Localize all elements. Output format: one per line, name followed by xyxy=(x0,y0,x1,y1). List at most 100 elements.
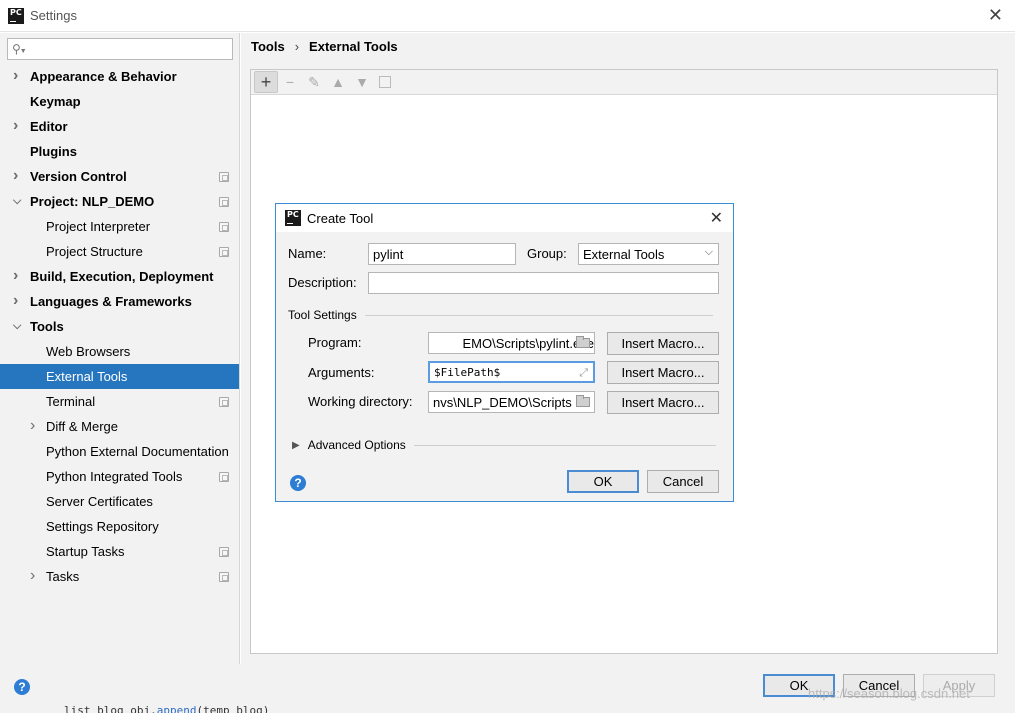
sidebar-item-label: Project Structure xyxy=(46,244,143,259)
advanced-options-section[interactable]: ▶ Advanced Options xyxy=(292,438,719,452)
apply-button[interactable]: Apply xyxy=(923,674,995,697)
cancel-button[interactable]: Cancel xyxy=(843,674,915,697)
sidebar-item-label: Tools xyxy=(30,319,64,334)
sidebar-item[interactable]: Settings Repository xyxy=(0,514,239,539)
sidebar-item[interactable]: ⌵ Project: NLP_DEMO xyxy=(0,189,239,214)
sidebar-item[interactable]: › Languages & Frameworks xyxy=(0,289,239,314)
sidebar-item[interactable]: › Diff & Merge xyxy=(0,414,239,439)
working-directory-field[interactable]: nvs\NLP_DEMO\Scripts xyxy=(428,391,595,413)
name-label: Name: xyxy=(288,246,327,261)
sidebar-item-label: Startup Tasks xyxy=(46,544,125,559)
sidebar-item-label: Appearance & Behavior xyxy=(30,69,177,84)
dialog-ok-button[interactable]: OK xyxy=(567,470,639,493)
sidebar-item[interactable]: Terminal xyxy=(0,389,239,414)
chevron-right-icon[interactable]: › xyxy=(30,417,35,435)
help-icon[interactable]: ? xyxy=(14,679,30,695)
working-directory-label: Working directory: xyxy=(308,394,413,409)
sidebar-item-label: Terminal xyxy=(46,394,96,409)
sidebar-item[interactable]: Keymap xyxy=(0,89,239,114)
copy-icon[interactable] xyxy=(379,76,391,88)
sidebar-item[interactable]: External Tools xyxy=(0,364,239,389)
sidebar-item[interactable]: Project Structure xyxy=(0,239,239,264)
chevron-right-icon[interactable]: › xyxy=(30,567,35,585)
insert-macro-button[interactable]: Insert Macro... xyxy=(607,391,719,414)
project-scope-icon xyxy=(219,471,229,482)
breadcrumb-parent[interactable]: Tools xyxy=(251,39,285,54)
sidebar-item-label: Project: NLP_DEMO xyxy=(30,194,155,209)
chevron-right-icon[interactable]: › xyxy=(13,67,18,85)
background-code: list_blog_obj.append(temp_blog) xyxy=(64,704,270,713)
sidebar-item[interactable]: Startup Tasks xyxy=(0,539,239,564)
sidebar-item-label: Languages & Frameworks xyxy=(30,294,192,309)
close-icon[interactable]: ✕ xyxy=(988,6,1003,24)
settings-sidebar: ⚲ ▼ › Appearance & Behavior Keymap › Editor P… xyxy=(0,33,240,664)
pycharm-logo-icon: PC xyxy=(8,7,24,24)
remove-icon[interactable]: − xyxy=(278,71,302,93)
sidebar-item-label: Python Integrated Tools xyxy=(46,469,183,484)
close-icon[interactable]: ✕ xyxy=(710,208,723,228)
expand-icon[interactable]: ⤢ xyxy=(579,366,588,380)
name-field[interactable]: pylint xyxy=(368,243,516,265)
project-scope-icon xyxy=(219,571,229,582)
sidebar-item[interactable]: › Version Control xyxy=(0,164,239,189)
arguments-field[interactable]: $FilePath$ ⤢ xyxy=(428,361,595,383)
window-title: Settings xyxy=(30,8,77,23)
advanced-options-label[interactable]: Advanced Options xyxy=(308,438,406,452)
folder-icon[interactable] xyxy=(576,395,590,407)
sidebar-item[interactable]: Project Interpreter xyxy=(0,214,239,239)
move-up-icon[interactable]: ▲ xyxy=(326,71,350,93)
tool-settings-section: Tool Settings xyxy=(288,308,719,322)
program-label: Program: xyxy=(308,335,362,350)
arguments-label: Arguments: xyxy=(308,365,375,380)
description-field[interactable] xyxy=(368,272,719,294)
chevron-right-icon[interactable]: › xyxy=(13,292,18,310)
dialog-cancel-button[interactable]: Cancel xyxy=(647,470,719,493)
sidebar-item-label: Python External Documentation xyxy=(46,444,229,459)
sidebar-item[interactable]: › Appearance & Behavior xyxy=(0,64,239,89)
chevron-right-icon[interactable]: › xyxy=(13,267,18,285)
edit-icon[interactable]: ✎ xyxy=(302,71,326,93)
ok-button[interactable]: OK xyxy=(763,674,835,697)
sidebar-item-label: Tasks xyxy=(46,569,80,584)
add-icon[interactable]: + xyxy=(254,71,278,93)
program-value: EMO\Scripts\pylint.exe xyxy=(462,335,595,351)
tool-settings-label: Tool Settings xyxy=(288,308,357,322)
project-scope-icon xyxy=(219,171,229,182)
sidebar-item-label: Build, Execution, Deployment xyxy=(30,269,214,284)
sidebar-item[interactable]: Plugins xyxy=(0,139,239,164)
chevron-down-icon: ⌵ xyxy=(704,246,713,258)
help-icon[interactable]: ? xyxy=(290,475,306,491)
search-box[interactable]: ⚲ ▼ xyxy=(7,38,233,60)
sidebar-item[interactable]: ⌵ Tools xyxy=(0,314,239,339)
search-input[interactable] xyxy=(30,40,232,58)
insert-macro-button[interactable]: Insert Macro... xyxy=(607,361,719,384)
breadcrumb-current: External Tools xyxy=(309,39,398,54)
sidebar-item-label: Project Interpreter xyxy=(46,219,151,234)
chevron-down-icon[interactable]: ⌵ xyxy=(13,320,21,333)
chevron-down-icon[interactable]: ⌵ xyxy=(13,195,21,208)
chevron-right-icon[interactable]: › xyxy=(13,167,18,185)
project-scope-icon xyxy=(219,546,229,557)
sidebar-item[interactable]: Server Certificates xyxy=(0,489,239,514)
folder-icon[interactable] xyxy=(576,336,590,348)
insert-macro-button[interactable]: Insert Macro... xyxy=(607,332,719,355)
settings-tree: › Appearance & Behavior Keymap › Editor Plugi… xyxy=(0,64,239,589)
chevron-right-icon[interactable]: › xyxy=(13,117,18,135)
sidebar-item-label: Web Browsers xyxy=(46,344,131,359)
sidebar-item[interactable]: Web Browsers xyxy=(0,339,239,364)
sidebar-item[interactable]: Python External Documentation xyxy=(0,439,239,464)
sidebar-item[interactable]: Python Integrated Tools xyxy=(0,464,239,489)
group-value: External Tools xyxy=(583,246,665,262)
dialog-title: Create Tool xyxy=(307,210,374,226)
chevron-down-icon: ▼ xyxy=(19,47,27,55)
sidebar-item[interactable]: › Editor xyxy=(0,114,239,139)
program-field[interactable]: EMO\Scripts\pylint.exe xyxy=(428,332,595,354)
sidebar-item[interactable]: › Build, Execution, Deployment xyxy=(0,264,239,289)
group-select[interactable]: External Tools ⌵ xyxy=(578,243,719,265)
arguments-value: $FilePath$ xyxy=(434,365,501,379)
project-scope-icon xyxy=(219,221,229,232)
sidebar-item-label: Editor xyxy=(30,119,68,134)
move-down-icon[interactable]: ▼ xyxy=(350,71,374,93)
sidebar-item[interactable]: › Tasks xyxy=(0,564,239,589)
project-scope-icon xyxy=(219,246,229,257)
